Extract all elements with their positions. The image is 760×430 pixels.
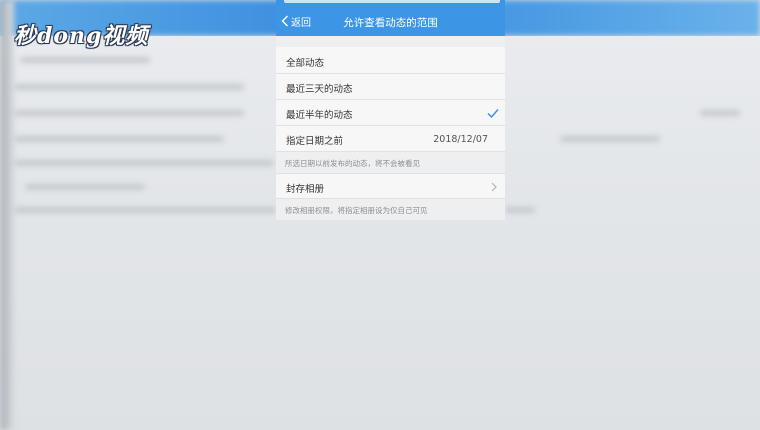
background-blur-line bbox=[700, 110, 740, 116]
settings-panel: 返回 允许查看动态的范围 全部动态 最近三天的动态 最近半年的动态 指定日期之前… bbox=[276, 0, 505, 220]
option-label: 指定日期之前 bbox=[286, 136, 344, 147]
option-three-days[interactable]: 最近三天的动态 bbox=[276, 74, 505, 100]
background-blur-line bbox=[25, 184, 145, 190]
background-blur-line bbox=[505, 207, 535, 213]
watermark-logo: 秒dong视频 bbox=[14, 23, 149, 49]
date-value: 2018/12/07 bbox=[433, 134, 488, 145]
date-note: 所选日期以前发布的动态，将不会被看见 bbox=[285, 159, 420, 168]
option-label: 最近半年的动态 bbox=[286, 110, 353, 121]
header-top-strip bbox=[284, 0, 500, 3]
background-left-edge bbox=[0, 0, 14, 430]
background-blur-line bbox=[14, 207, 276, 213]
background-blur-line bbox=[14, 136, 224, 142]
option-all[interactable]: 全部动态 bbox=[276, 47, 505, 74]
background-blur-line bbox=[14, 110, 244, 116]
option-half-year[interactable]: 最近半年的动态 bbox=[276, 100, 505, 126]
archive-note: 修改相册权限，将指定相册设为仅自己可见 bbox=[285, 206, 428, 215]
background-blur-line bbox=[14, 160, 274, 166]
background-blur-line bbox=[20, 57, 150, 63]
option-label: 最近三天的动态 bbox=[286, 84, 353, 95]
page-title: 允许查看动态的范围 bbox=[343, 17, 438, 29]
nav-header: 返回 允许查看动态的范围 bbox=[276, 0, 505, 36]
archive-label: 封存相册 bbox=[286, 184, 325, 195]
background-blur-line bbox=[560, 136, 660, 142]
option-label: 全部动态 bbox=[286, 58, 325, 69]
background-blur-line bbox=[14, 84, 244, 90]
checkmark-icon bbox=[487, 109, 499, 118]
option-specific-date[interactable]: 指定日期之前 2018/12/07 bbox=[276, 126, 505, 152]
chevron-right-icon bbox=[491, 182, 497, 192]
archive-album-row[interactable]: 封存相册 bbox=[276, 173, 505, 199]
